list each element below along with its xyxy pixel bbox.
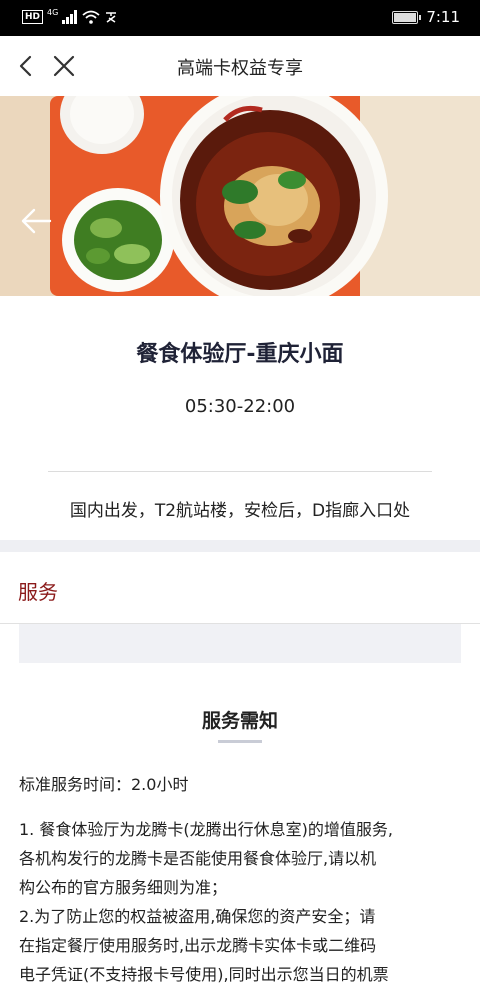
network-label: 4G	[47, 7, 59, 17]
opening-hours: 05:30-22:00	[184, 396, 296, 417]
hd-indicator: HD	[22, 10, 44, 24]
status-icons-left: HD 4G	[22, 7, 118, 24]
service-time-text: 标准服务时间：2.0小时	[19, 775, 189, 794]
section-separator	[0, 540, 480, 552]
notice-body: 标准服务时间：2.0小时 1. 餐食体验厅为龙腾卡(龙腾出行休息室)的增值服务,…	[19, 770, 465, 989]
notice-line: 构公布的官方服务细则为准；	[19, 878, 228, 897]
signal-icon	[62, 10, 78, 24]
nfc-icon	[106, 12, 117, 23]
divider	[48, 471, 432, 472]
banner-carousel[interactable]	[0, 96, 480, 296]
status-icons-right: 7:11	[392, 8, 460, 26]
notice-title: 服务需知	[201, 710, 278, 732]
venue-location: 国内出发，T2航站楼，安检后，D指廊入口处	[69, 501, 411, 521]
notice-line: 各机构发行的龙腾卡是否能使用餐食体验厅,请以机	[19, 849, 377, 868]
notice-line: 1. 餐食体验厅为龙腾卡(龙腾出行休息室)的增值服务,	[19, 820, 393, 839]
battery-icon	[392, 10, 422, 24]
venue-title: 餐食体验厅-重庆小面	[136, 342, 344, 367]
service-list-box	[19, 624, 461, 663]
tab-service[interactable]: 服务	[18, 576, 58, 605]
notice-line: 2.为了防止您的权益被盗用,确保您的资产安全；请	[19, 907, 376, 926]
clock: 7:11	[426, 8, 460, 26]
status-bar: HD 4G 7:11	[0, 0, 480, 36]
title-underline	[218, 740, 262, 743]
nav-bar: 高端卡权益专享	[0, 36, 480, 96]
notice-line: 电子凭证(不支持报卡号使用),同时出示您当日的机票	[19, 965, 389, 984]
wifi-icon	[82, 10, 100, 24]
page-title: 高端卡权益专享	[177, 58, 303, 79]
notice-line: 在指定餐厅使用服务时,出示龙腾卡实体卡或二维码	[19, 936, 377, 955]
arrow-left-icon[interactable]	[20, 204, 54, 238]
banner-image	[0, 96, 480, 296]
